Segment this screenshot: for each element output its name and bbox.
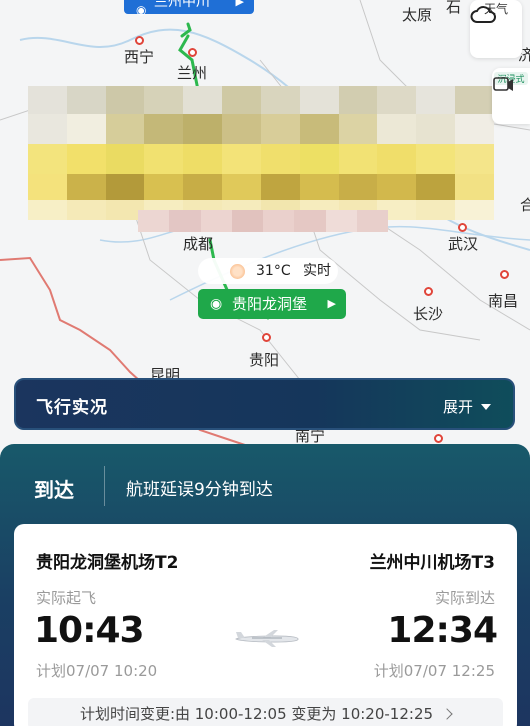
cloud-icon	[470, 6, 496, 23]
chevron-right-icon: ▶	[235, 0, 244, 8]
location-pin-icon: ◉	[136, 3, 147, 17]
airplane-icon	[235, 630, 299, 647]
destination-weather-chip: 31°C 实时	[198, 258, 338, 284]
city-label: 长沙	[413, 305, 444, 323]
weather-temp: 31°C	[256, 263, 291, 279]
city-label: 贵阳	[249, 351, 280, 369]
schedule-change-notice[interactable]: 计划时间变更:由 10:00-12:05 变更为 10:20-12:25	[28, 698, 503, 726]
chevron-right-icon: ▶	[327, 297, 336, 310]
city-dot-guiyang	[262, 333, 271, 342]
city-label: 石	[446, 0, 462, 16]
weather-button[interactable]: 天气	[470, 0, 522, 58]
divider	[104, 466, 105, 506]
location-pin-icon: ◉	[210, 296, 223, 312]
departure-time-label: 实际起飞	[36, 589, 97, 607]
origin-label: 兰州中川	[154, 0, 210, 10]
city-label: 南昌	[488, 292, 519, 310]
city-label: 成都	[183, 235, 214, 253]
arrival-airport: 兰州中川机场T3	[369, 553, 495, 573]
arrival-time-label: 实际到达	[434, 589, 495, 607]
flight-state: 到达	[34, 478, 74, 502]
sun-icon	[230, 264, 245, 279]
delay-message: 航班延误9分钟到达	[126, 480, 273, 500]
city-dot-lanzhou	[188, 48, 197, 57]
city-label: 西宁	[124, 48, 155, 66]
origin-airport-pill[interactable]: ◉ 兰州中川 ▶	[124, 0, 254, 17]
expand-label: 展开	[442, 398, 473, 416]
flight-live-title: 飞行实况	[36, 398, 108, 418]
destination-airport-pill[interactable]: ◉ 贵阳龙洞堡 ▶	[198, 289, 346, 319]
immersive-view-icon	[493, 77, 513, 91]
pixelated-overlay	[28, 86, 494, 232]
departure-airport: 贵阳龙洞堡机场T2	[36, 553, 179, 573]
city-label: 兰州	[177, 64, 208, 82]
city-label: 合	[520, 196, 530, 214]
flight-times-card: 贵阳龙洞堡机场T2 兰州中川机场T3 实际起飞 实际到达 10:43 12:34…	[14, 524, 517, 726]
weather-realtime-label: 实时	[303, 263, 332, 279]
city-label: 太原	[402, 6, 433, 24]
arrival-planned: 计划07/07 12:25	[373, 662, 495, 680]
city-label: 武汉	[448, 235, 479, 253]
departure-time: 10:43	[34, 610, 145, 651]
city-dot-xining	[135, 36, 144, 45]
immersive-mode-button[interactable]: 沉浸式	[492, 68, 530, 124]
arrival-time: 12:34	[387, 610, 498, 651]
departure-planned: 计划07/07 10:20	[36, 662, 158, 680]
city-dot-nanchang	[500, 270, 509, 279]
city-dot-changsha	[424, 287, 433, 296]
flight-live-bar[interactable]: 飞行实况 展开	[14, 378, 515, 430]
expand-button[interactable]: 展开	[443, 396, 491, 417]
flight-info-panel: 到达 航班延误9分钟到达 贵阳龙洞堡机场T2 兰州中川机场T3 实际起飞 实际到…	[0, 444, 530, 726]
schedule-change-text: 计划时间变更:由 10:00-12:05 变更为 10:20-12:25	[79, 705, 434, 723]
chevron-right-icon	[441, 708, 453, 720]
destination-label: 贵阳龙洞堡	[232, 295, 308, 313]
city-dot-far	[434, 434, 443, 443]
caret-down-icon	[481, 404, 491, 410]
